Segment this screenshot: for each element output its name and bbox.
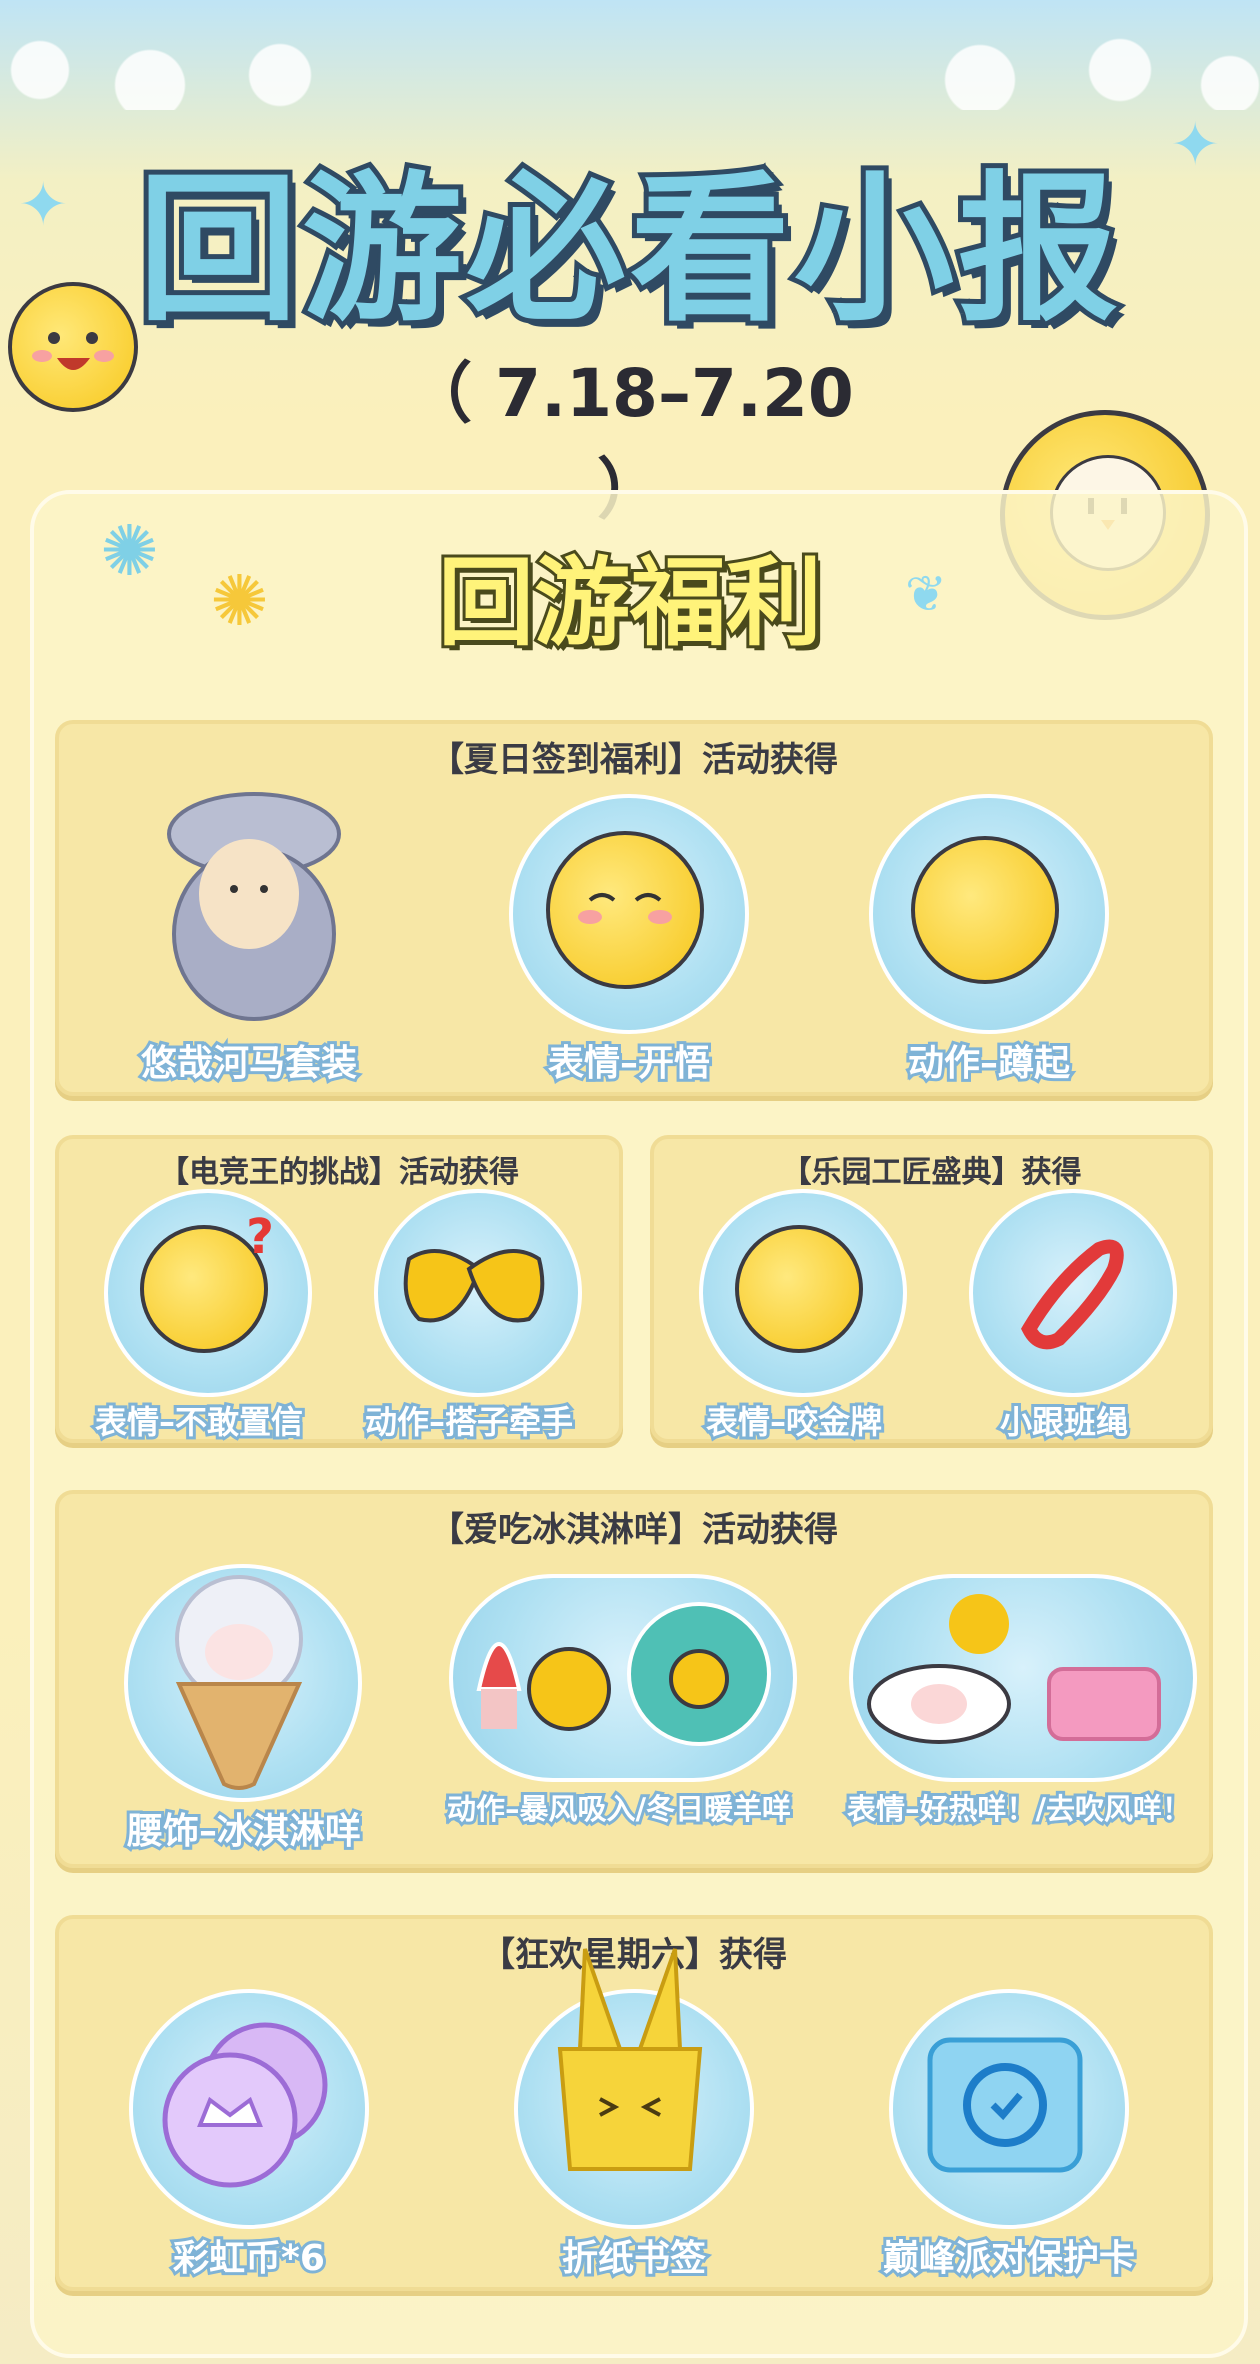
firework-icon: ✺ bbox=[210, 560, 269, 642]
page-title: 回游必看小报 bbox=[133, 151, 1123, 348]
sparkle-icon: ✦ bbox=[1170, 110, 1221, 180]
card-title: 【电竞王的挑战】活动获得 bbox=[159, 1155, 519, 1190]
reward-label: 巅峰派对保护卡 bbox=[880, 2235, 1138, 2282]
reward-label: 小跟班绳 bbox=[997, 1400, 1131, 1444]
reward-card: 【乐园工匠盛典】获得 表情–咬金牌 小跟班绳 bbox=[650, 1135, 1213, 1444]
reward-label: 表情–咬金牌 bbox=[703, 1400, 885, 1444]
origami-bookmark-icon bbox=[530, 1939, 730, 2209]
section-heading: 回游福利 bbox=[435, 544, 825, 662]
reward-item[interactable]: 折纸书签 bbox=[514, 1948, 754, 2282]
reward-card: 【夏日签到福利】活动获得 悠哉河马套装 表情–开悟 动作–蹲起 bbox=[55, 720, 1213, 1096]
reward-card: 【狂欢星期六】获得 彩虹币*6 折纸书签 巅峰派对保护卡 bbox=[55, 1915, 1213, 2291]
leash-rope-icon bbox=[989, 1209, 1149, 1369]
card-title: 【夏日签到福利】活动获得 bbox=[430, 740, 838, 780]
reward-item[interactable]: 腰饰–冰淇淋咩 bbox=[114, 1564, 374, 1855]
reward-item[interactable]: 动作–搭子牵手 bbox=[359, 1189, 582, 1444]
reward-card: 【爱吃冰淇淋咩】活动获得 腰饰–冰淇淋咩 动作–暴风吸入/冬日暖羊咩 表情–好热… bbox=[55, 1490, 1213, 1868]
squat-action-icon bbox=[889, 814, 1081, 1006]
card-title: 【乐园工匠盛典】获得 bbox=[781, 1155, 1082, 1190]
firework-icon: ✺ bbox=[100, 510, 159, 592]
enlightened-emote-icon bbox=[529, 814, 721, 1006]
reward-label: 悠哉河马套装 bbox=[138, 1040, 360, 1087]
rainbow-coin-icon bbox=[145, 2005, 345, 2205]
reward-item[interactable]: ? 表情–不敢置信 bbox=[89, 1189, 312, 1444]
reward-item[interactable]: 小跟班绳 bbox=[954, 1189, 1177, 1444]
storm-inhale-action-icon bbox=[459, 1579, 779, 1769]
hot-sheep-emote-icon bbox=[859, 1579, 1179, 1769]
reward-label: 表情–不敢置信 bbox=[92, 1400, 306, 1444]
disbelief-emote-icon: ? bbox=[124, 1209, 284, 1369]
reward-label: 折纸书签 bbox=[559, 2235, 709, 2282]
reward-label: 动作–蹲起 bbox=[905, 1040, 1073, 1087]
reward-item[interactable]: 悠哉河马套装 bbox=[129, 784, 369, 1087]
reward-item[interactable]: 动作–蹲起 bbox=[869, 794, 1109, 1087]
reward-item[interactable]: 彩虹币*6 bbox=[129, 1989, 369, 2282]
ice-cream-sheep-waist-icon bbox=[134, 1564, 344, 1794]
bite-medal-emote-icon bbox=[719, 1209, 879, 1369]
reward-label: 动作–暴风吸入/冬日暖羊咩 bbox=[444, 1789, 794, 1829]
mascot-icon bbox=[8, 282, 138, 412]
hold-hands-action-icon bbox=[394, 1209, 554, 1369]
butterfly-icon: ❦ bbox=[905, 565, 947, 623]
reward-item[interactable]: 表情–咬金牌 bbox=[684, 1189, 907, 1444]
reward-label: 表情–开悟 bbox=[545, 1040, 713, 1087]
card-title: 【爱吃冰淇淋咩】活动获得 bbox=[430, 1510, 838, 1550]
reward-item[interactable]: 表情–好热咩！/去吹风咩！ bbox=[839, 1574, 1199, 1854]
reward-item[interactable]: 表情–开悟 bbox=[509, 794, 749, 1087]
protection-card-icon bbox=[905, 2005, 1105, 2205]
sparkle-icon: ✦ bbox=[18, 170, 69, 240]
reward-item[interactable]: 动作–暴风吸入/冬日暖羊咩 bbox=[439, 1574, 799, 1854]
reward-label: 腰饰–冰淇淋咩 bbox=[124, 1808, 364, 1855]
reward-item[interactable]: 巅峰派对保护卡 bbox=[880, 1989, 1138, 2282]
hippo-suit-icon bbox=[159, 784, 349, 1024]
cloud-decoration bbox=[0, 0, 1260, 110]
reward-label: 彩虹币*6 bbox=[170, 2235, 328, 2282]
reward-card: 【电竞王的挑战】活动获得 ? 表情–不敢置信 动作–搭子牵手 bbox=[55, 1135, 623, 1444]
reward-label: 动作–搭子牵手 bbox=[362, 1400, 576, 1444]
reward-label: 表情–好热咩！/去吹风咩！ bbox=[844, 1789, 1194, 1829]
